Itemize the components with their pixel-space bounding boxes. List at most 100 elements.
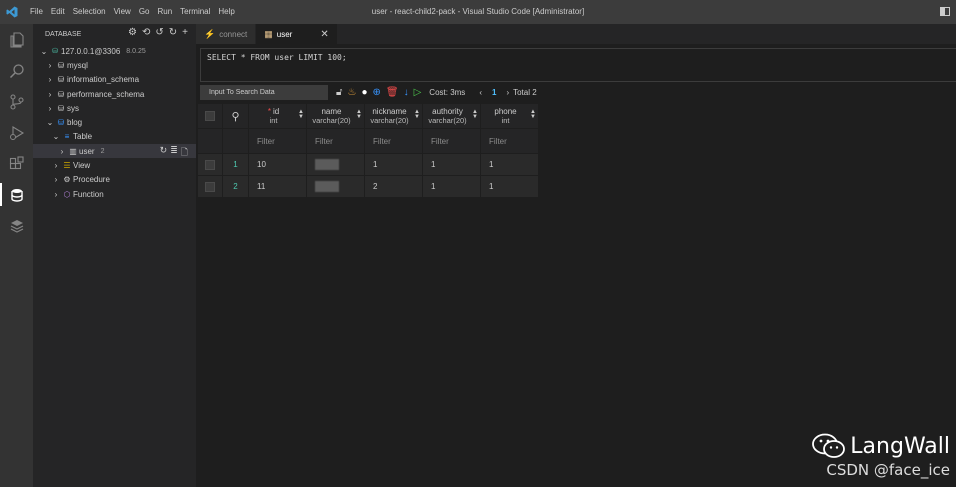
database-item-performance-schema[interactable]: › ⛁ performance_schema [33,87,196,101]
sort-icon[interactable]: ▲ ▼ [298,109,304,120]
filter-spacer [222,128,249,154]
database-item-mysql[interactable]: › ⛁ mysql [33,58,196,72]
search-icon[interactable]: ⚲ [231,111,239,123]
column-type: varchar(20) [370,116,409,125]
filter-input-phone[interactable]: Filter [480,128,539,154]
cell-name[interactable] [306,175,365,198]
chevron-right-icon: › [60,146,64,156]
database-item-sys[interactable]: › ⛁ sys [33,101,196,115]
refresh-icon[interactable]: ⟲ [142,27,150,38]
next-page-icon[interactable]: › [506,88,509,97]
filter-spacer [197,128,223,154]
add-connection-icon[interactable]: + [182,27,188,38]
menu-help[interactable]: Help [214,0,238,24]
cell-phone[interactable]: 1 [480,153,539,176]
cell-nickname[interactable]: 1 [364,153,423,176]
database-item-information-schema[interactable]: › ⛁ information_schema [33,73,196,87]
column-name: name [321,107,342,116]
connection-item[interactable]: ⌄ ⛁ 127.0.0.1@3306 8.0.25 [33,44,196,58]
table-item-user[interactable]: › ▥ user 2 ↻ ≣ 🗋 [33,144,196,159]
cell-authority[interactable]: 1 [422,153,481,176]
menu-terminal[interactable]: Terminal [176,0,214,24]
chevron-down-icon: ⌄ [46,118,54,128]
view-group[interactable]: › ☰ View [33,158,196,172]
run-debug-icon[interactable] [0,117,33,148]
connect-plug-icon: ⚡ [204,28,216,39]
table-row[interactable]: 2 11 2 1 1 [197,175,539,198]
select-all-checkbox[interactable] [205,111,215,121]
menu-go[interactable]: Go [135,0,154,24]
database-stack-icon[interactable] [0,210,33,241]
sort-icon[interactable]: ▲ ▼ [530,109,536,120]
column-header-nickname[interactable]: nickname varchar(20) ▲ ▼ [364,103,423,129]
cell-nickname[interactable]: 2 [364,175,423,198]
redacted-value [315,159,339,170]
database-label: sys [67,103,79,113]
github-icon[interactable]: ● [361,87,367,98]
tab-user[interactable]: ▦ user ✕ [256,24,338,44]
sync-icon[interactable]: ↻ [169,27,177,38]
cell-phone[interactable]: 1 [480,175,539,198]
watermark-name: LangWall [850,433,950,459]
database-item-blog[interactable]: ⌄ ⛁ blog [33,115,196,129]
menu-view[interactable]: View [110,0,135,24]
table-row[interactable]: 1 10 1 1 1 [197,153,539,176]
database-icon[interactable] [0,179,33,210]
extensions-icon[interactable] [0,148,33,179]
column-header-name[interactable]: name varchar(20) ▲ ▼ [306,103,365,129]
delete-icon[interactable]: 🗑︎ [386,87,399,98]
toolbar-icons: 🔓︎ ♨ ● ⊕ 🗑︎ ↓ ▷ [336,87,421,98]
column-header-id[interactable]: * id int ▲ ▼ [248,103,307,129]
column-type: int [501,116,510,125]
sort-icon[interactable]: ▲ ▼ [414,109,420,120]
menu-selection[interactable]: Selection [69,0,110,24]
sort-icon[interactable]: ▲ ▼ [356,109,362,120]
toggle-sidebar-layout-icon[interactable] [940,7,950,16]
database-cylinder-icon: ⛁ [57,75,65,85]
sql-editor[interactable]: SELECT * FROM user LIMIT 100; [200,48,956,82]
filter-input-id[interactable]: Filter [248,128,307,154]
coffee-icon[interactable]: ♨ [347,87,356,98]
table-group[interactable]: ⌄ ≡ Table [33,130,196,144]
history-icon[interactable]: ↺ [155,27,163,38]
sidebar-header: DATABASE ⚙ ⟲ ↺ ↻ + [33,24,196,44]
sort-icon[interactable]: ▲ ▼ [472,109,478,120]
chevron-right-icon: › [54,161,58,171]
row-checkbox[interactable] [205,159,215,170]
procedure-group[interactable]: › ⚙ Procedure [33,173,196,187]
cell-name[interactable] [306,153,365,176]
tab-connect[interactable]: ⚡ connect [196,24,257,44]
cell-authority[interactable]: 1 [422,175,481,198]
add-row-icon[interactable]: ⊕ [373,87,381,98]
tab-bar: ⚡ connect ▦ user ✕ [196,24,956,44]
activity-bar [0,24,33,487]
cell-id[interactable]: 10 [248,153,307,176]
column-header-authority[interactable]: authority varchar(20) ▲ ▼ [422,103,481,129]
lock-icon[interactable]: 🔓︎ [336,87,342,98]
cell-id[interactable]: 11 [248,175,307,198]
total-count: Total 2 [513,87,537,97]
files-icon[interactable] [0,24,33,55]
function-group[interactable]: › ⬡ Function [33,187,196,201]
export-down-icon[interactable]: ↓ [404,87,409,98]
result-grid: ⚲ * id int ▲ ▼ name varchar(20) ▲ ▼ nickname var… [197,103,539,198]
watermark: LangWall CSDN @face_ice [812,433,950,479]
search-icon[interactable] [0,55,33,86]
filter-input-name[interactable]: Filter [306,128,365,154]
menu-run[interactable]: Run [153,0,176,24]
column-header-phone[interactable]: phone int ▲ ▼ [480,103,539,129]
menu-file[interactable]: File [26,0,47,24]
row-checkbox[interactable] [205,181,215,192]
search-data-input[interactable] [200,84,328,100]
source-control-icon[interactable] [0,86,33,117]
run-icon[interactable]: ▷ [414,87,422,98]
prev-page-icon[interactable]: ‹ [479,88,482,97]
menu-edit[interactable]: Edit [47,0,69,24]
filter-input-authority[interactable]: Filter [422,128,481,154]
settings-icon[interactable]: ⚙ [128,27,137,38]
current-page[interactable]: 1 [492,88,496,97]
connection-version: 8.0.25 [126,47,146,55]
database-label: blog [67,118,83,128]
close-icon[interactable]: ✕ [320,29,328,40]
filter-input-nickname[interactable]: Filter [364,128,423,154]
